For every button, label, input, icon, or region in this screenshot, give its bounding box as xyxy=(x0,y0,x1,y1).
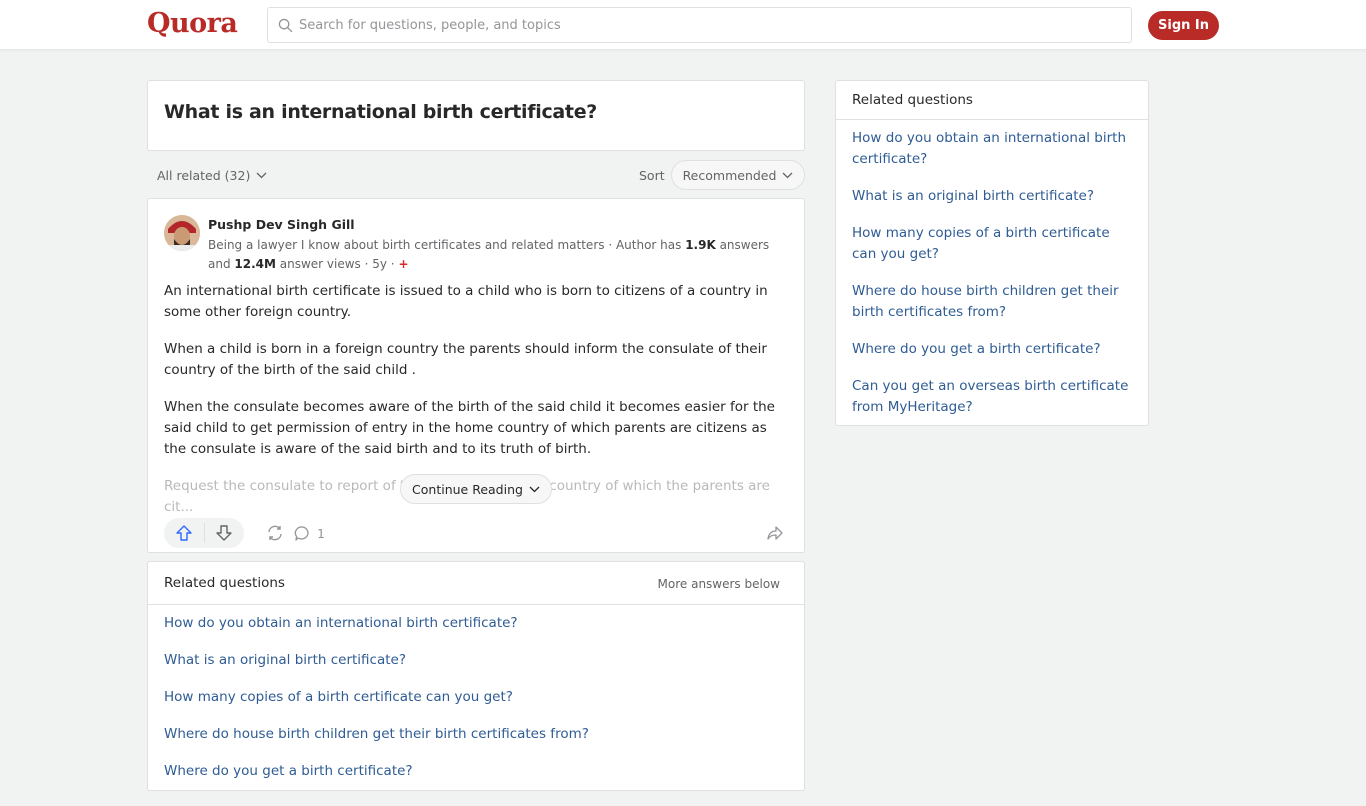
continue-reading-label: Continue Reading xyxy=(412,481,523,497)
related-header: Related questions More answers below xyxy=(148,562,804,605)
sidebar-question-link[interactable]: How many copies of a birth certificate c… xyxy=(852,223,1132,265)
sidebar-question-link[interactable]: How do you obtain an international birth… xyxy=(852,128,1132,170)
author-name[interactable]: Pushp Dev Singh Gill xyxy=(208,217,355,232)
search-input[interactable] xyxy=(299,17,1099,33)
reshare-icon xyxy=(268,525,282,541)
answer-paragraph: When the consulate becomes aware of the … xyxy=(164,399,775,457)
answer-card: Pushp Dev Singh Gill Being a lawyer I kn… xyxy=(147,198,805,553)
plus-badge-icon: + xyxy=(398,257,409,271)
comment-icon xyxy=(294,525,309,541)
vote-group xyxy=(164,518,244,548)
search-icon xyxy=(278,18,293,32)
all-related-label: All related (32) xyxy=(157,168,251,183)
related-question-link[interactable]: Where do house birth children get their … xyxy=(164,724,788,745)
chevron-down-icon xyxy=(529,486,540,492)
related-questions-inline: Related questions More answers below How… xyxy=(147,561,805,791)
related-question-link[interactable]: Where do you get a birth certificate? xyxy=(164,761,788,782)
answer-filter-bar: All related (32) Sort Recommended xyxy=(147,158,805,194)
upvote-arrow-icon xyxy=(176,525,192,541)
top-bar: Quora Sign In xyxy=(0,0,1366,50)
related-question-link[interactable]: What is an original birth certificate? xyxy=(164,650,788,671)
all-related-dropdown[interactable]: All related (32) xyxy=(157,168,267,183)
sign-in-button[interactable]: Sign In xyxy=(1148,11,1219,40)
sort-label: Sort xyxy=(639,168,665,183)
related-questions-sidebar: Related questions How do you obtain an i… xyxy=(835,80,1149,426)
sidebar-question-link[interactable]: Where do you get a birth certificate? xyxy=(852,339,1132,360)
sidebar-list: How do you obtain an international birth… xyxy=(836,120,1148,442)
chevron-down-icon xyxy=(782,172,793,178)
chevron-down-icon xyxy=(256,172,267,179)
answer-paragraph: When a child is born in a foreign countr… xyxy=(164,341,767,378)
answer-paragraph: An international birth certificate is is… xyxy=(164,283,768,320)
share-button[interactable] xyxy=(760,518,790,548)
sort-dropdown[interactable]: Recommended xyxy=(671,160,805,190)
sidebar-header: Related questions xyxy=(836,81,1148,120)
sort-value: Recommended xyxy=(682,167,777,183)
avatar-image xyxy=(164,215,200,251)
upvote-button[interactable] xyxy=(164,518,204,548)
sidebar-question-link[interactable]: What is an original birth certificate? xyxy=(852,186,1132,207)
comment-count: 1 xyxy=(317,525,325,541)
related-title: Related questions xyxy=(164,575,285,591)
share-arrow-icon xyxy=(767,526,783,540)
sidebar-question-link[interactable]: Where do house birth children get their … xyxy=(852,281,1132,323)
related-list: How do you obtain an international birth… xyxy=(148,605,804,806)
reshare-button[interactable] xyxy=(260,518,290,548)
continue-reading-button[interactable]: Continue Reading xyxy=(400,474,552,504)
author-avatar[interactable] xyxy=(164,215,200,251)
sidebar-question-link[interactable]: Can you get an overseas birth certificat… xyxy=(852,376,1132,418)
more-answers-below: More answers below xyxy=(657,577,780,591)
answer-age[interactable]: answer views · 5y · xyxy=(276,257,398,271)
related-question-link[interactable]: How do you obtain an international birth… xyxy=(164,613,788,634)
search-bar[interactable] xyxy=(267,7,1132,43)
sidebar-title: Related questions xyxy=(852,92,973,108)
question-title: What is an international birth certifica… xyxy=(164,101,598,123)
answers-count: 1.9K xyxy=(685,238,716,252)
related-question-link[interactable]: How many copies of a birth certificate c… xyxy=(164,687,788,708)
downvote-button[interactable] xyxy=(204,518,244,548)
author-credentials: Being a lawyer I know about birth certif… xyxy=(208,236,788,274)
downvote-arrow-icon xyxy=(216,525,232,541)
answer-actions: 1 xyxy=(164,518,790,548)
question-card: What is an international birth certifica… xyxy=(147,80,805,151)
credential-text: Being a lawyer I know about birth certif… xyxy=(208,238,686,252)
quora-logo[interactable]: Quora xyxy=(147,8,238,39)
comment-button[interactable]: 1 xyxy=(294,518,325,548)
views-count: 12.4M xyxy=(234,257,276,271)
